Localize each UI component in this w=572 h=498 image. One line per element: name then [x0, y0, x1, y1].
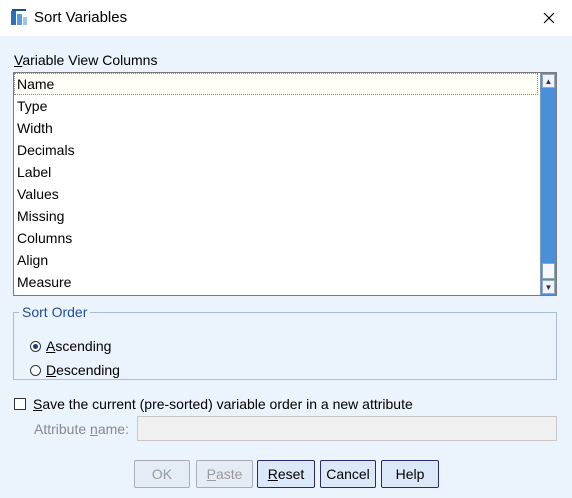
- title-bar: Sort Variables: [0, 0, 572, 36]
- sort-order-legend: Sort Order: [22, 304, 88, 320]
- dialog-body: Variable View Columns Name Type Width De…: [0, 36, 572, 498]
- help-button[interactable]: Help: [381, 460, 439, 488]
- app-icon: [11, 9, 27, 25]
- close-icon: [543, 12, 555, 24]
- paste-button[interactable]: Paste: [196, 460, 253, 488]
- save-order-checkbox[interactable]: [14, 398, 26, 410]
- ascending-radio[interactable]: [30, 340, 41, 352]
- list-item-measure[interactable]: Measure: [14, 271, 538, 293]
- list-scrollbar[interactable]: ▲ ▼: [540, 73, 556, 295]
- descending-radio[interactable]: [30, 364, 41, 376]
- list-item-align[interactable]: Align: [14, 249, 538, 271]
- attribute-name-input[interactable]: [137, 416, 557, 441]
- list-item-type[interactable]: Type: [14, 95, 538, 117]
- close-button[interactable]: [526, 0, 572, 36]
- list-item-values[interactable]: Values: [14, 183, 538, 205]
- scroll-down-arrow-icon[interactable]: ▼: [542, 280, 555, 294]
- reset-button[interactable]: Reset: [257, 460, 315, 488]
- list-item-missing[interactable]: Missing: [14, 205, 538, 227]
- list-item-name[interactable]: Name: [14, 73, 538, 95]
- window-title: Sort Variables: [34, 9, 128, 26]
- ascending-radio-option[interactable]: Ascending: [30, 338, 111, 354]
- variable-view-columns-list[interactable]: Name Type Width Decimals Label Values Mi…: [13, 72, 557, 296]
- list-items: Name Type Width Decimals Label Values Mi…: [14, 73, 540, 295]
- scroll-up-arrow-icon[interactable]: ▲: [542, 74, 555, 88]
- ascending-label: Ascending: [46, 338, 112, 354]
- descending-label: Descending: [46, 362, 120, 378]
- attribute-name-label: Attribute name:: [34, 421, 129, 437]
- descending-radio-option[interactable]: Descending: [30, 362, 120, 378]
- list-item-label[interactable]: Label: [14, 161, 538, 183]
- save-order-option[interactable]: Save the current (pre-sorted) variable o…: [14, 396, 413, 412]
- variable-view-columns-label: Variable View Columns: [14, 52, 158, 68]
- sort-order-group: Sort Order Ascending Descending: [13, 304, 557, 380]
- ok-button[interactable]: OK: [134, 460, 190, 488]
- list-item-decimals[interactable]: Decimals: [14, 139, 538, 161]
- list-item-columns[interactable]: Columns: [14, 227, 538, 249]
- scrollbar-thumb[interactable]: [542, 263, 555, 279]
- list-item-width[interactable]: Width: [14, 117, 538, 139]
- cancel-button[interactable]: Cancel: [320, 460, 376, 488]
- save-order-label: Save the current (pre-sorted) variable o…: [33, 396, 413, 412]
